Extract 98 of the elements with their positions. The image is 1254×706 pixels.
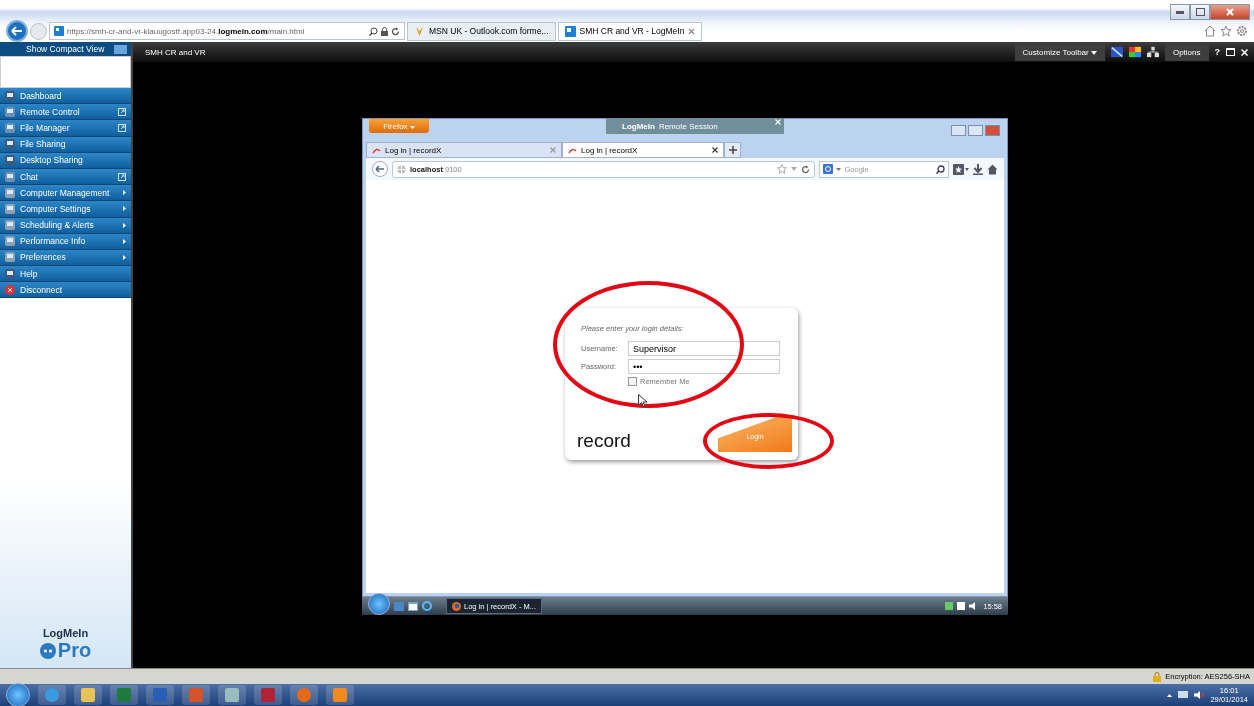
globe-icon: [397, 164, 406, 174]
back-icon[interactable]: [372, 161, 388, 177]
logo-icon: [39, 642, 56, 659]
address-bar[interactable]: https://smh-cr-and-vr-klauugostf.app03-24.logmein.com/main.html: [49, 22, 405, 40]
maximize-icon[interactable]: [1226, 48, 1235, 56]
site-icon: [564, 25, 576, 37]
speaker-icon[interactable]: [1194, 691, 1205, 699]
caret-icon: [123, 238, 126, 244]
caret-icon: [409, 125, 415, 129]
product-name: Pro: [57, 639, 92, 662]
menu-icon: [5, 220, 15, 231]
url-text: https://smh-cr-and-vr-klauugostf.app03-24.logmein.com/main.html: [67, 26, 306, 36]
popout-icon[interactable]: [118, 123, 126, 132]
refresh-icon[interactable]: [391, 26, 400, 36]
minimize-icon: [1176, 10, 1184, 14]
cursor-icon: [638, 394, 648, 408]
sidebar-item[interactable]: File Manager: [0, 120, 131, 137]
brand-logo-text: LogMeIn: [42, 627, 89, 639]
sidebar-item[interactable]: Computer Settings: [0, 201, 131, 218]
remember-checkbox[interactable]: [628, 377, 637, 386]
record-logo: record: [577, 430, 631, 452]
sidebar-item[interactable]: Remote Control: [0, 104, 131, 121]
folder-icon[interactable]: [74, 685, 102, 705]
close-button[interactable]: [985, 124, 1000, 136]
new-tab-button[interactable]: [724, 142, 741, 158]
menu-icon: [5, 268, 15, 279]
close-icon: [1226, 8, 1234, 16]
home-icon[interactable]: [987, 163, 998, 175]
search-icon[interactable]: [936, 164, 945, 174]
search-icon[interactable]: [369, 26, 378, 36]
menu-icon: [5, 155, 15, 166]
color-grid-icon[interactable]: [1128, 46, 1141, 58]
help-button[interactable]: ?: [1214, 47, 1220, 57]
home-icon[interactable]: [1204, 25, 1216, 37]
start-button[interactable]: [368, 593, 390, 615]
network-icon[interactable]: [1146, 46, 1159, 58]
browser-tab[interactable]: Log in | recordX: [366, 142, 562, 158]
lock-icon: [1153, 671, 1162, 682]
restore-icon: [1195, 8, 1205, 16]
menu-icon: [5, 139, 15, 150]
session-title: SMH CR and VR: [145, 47, 206, 57]
maximize-button[interactable]: [968, 124, 983, 136]
browser-tab[interactable]: Log in | recordX: [562, 142, 724, 158]
close-button[interactable]: [1210, 4, 1250, 20]
lock-icon: [381, 26, 388, 36]
star-icon[interactable]: [1220, 25, 1232, 37]
menu-icon: [5, 90, 15, 101]
caret-icon: [123, 206, 126, 212]
sidebar-item[interactable]: Help: [0, 266, 131, 283]
options-button[interactable]: Options: [1164, 43, 1209, 61]
browser-e-icon[interactable]: [422, 601, 432, 611]
username-field[interactable]: Supervisor: [628, 341, 780, 356]
menu-icon: [5, 236, 15, 247]
window-icon[interactable]: [408, 601, 418, 611]
start-button[interactable]: [6, 683, 30, 706]
plus-icon: [728, 146, 737, 154]
network-icon[interactable]: [1178, 690, 1189, 700]
pin-icon[interactable]: [114, 44, 127, 54]
menu-icon: [5, 252, 15, 263]
browser-tab[interactable]: SMH CR and VR - LogMeIn: [557, 21, 703, 41]
menu-icon: [5, 171, 15, 182]
menu-icon: [5, 203, 15, 214]
popout-icon[interactable]: [118, 172, 126, 181]
caret-icon: [123, 222, 126, 228]
media-icon[interactable]: [326, 685, 354, 705]
password-field[interactable]: •••: [628, 359, 780, 374]
site-icon: [54, 26, 64, 36]
star-icon[interactable]: [777, 164, 788, 174]
caret-icon: [123, 254, 126, 260]
left-arrow-icon: [11, 26, 23, 36]
close-circle-icon: [5, 284, 15, 295]
restore-button[interactable]: [1190, 4, 1210, 20]
popout-icon[interactable]: [118, 107, 126, 116]
calculator-icon[interactable]: [218, 685, 246, 705]
download-icon[interactable]: [973, 163, 983, 175]
caret-icon[interactable]: [1167, 693, 1173, 697]
refresh-icon[interactable]: [801, 164, 811, 174]
monitor-icon[interactable]: [1110, 46, 1123, 58]
menu-icon: [5, 106, 15, 117]
minimize-button[interactable]: [1170, 4, 1190, 20]
caret-icon: [123, 190, 126, 196]
sidebar-item[interactable]: Disconnect: [0, 282, 131, 299]
browser-tab[interactable]: MSN UK - Outlook.com forme...: [407, 21, 556, 41]
close-icon[interactable]: [712, 147, 718, 153]
session-banner: LogMeIn Remote Session: [606, 118, 784, 134]
menu-icon: [5, 187, 15, 198]
search-engine-icon: [823, 164, 834, 174]
caret-icon: [1090, 50, 1097, 55]
settings-icon[interactable]: [1236, 25, 1248, 37]
caret-icon: [836, 167, 842, 171]
customize-toolbar-button[interactable]: Customize Toolbar: [1014, 43, 1105, 61]
firefox-icon: [452, 601, 461, 611]
bookmarks-icon[interactable]: [953, 163, 969, 175]
sidebar-item[interactable]: Dashboard: [0, 88, 131, 105]
sidebar-item[interactable]: Computer Management: [0, 185, 131, 202]
browser-e-icon[interactable]: [38, 685, 66, 705]
back-button[interactable]: [6, 20, 28, 42]
menu-icon: [5, 122, 15, 133]
